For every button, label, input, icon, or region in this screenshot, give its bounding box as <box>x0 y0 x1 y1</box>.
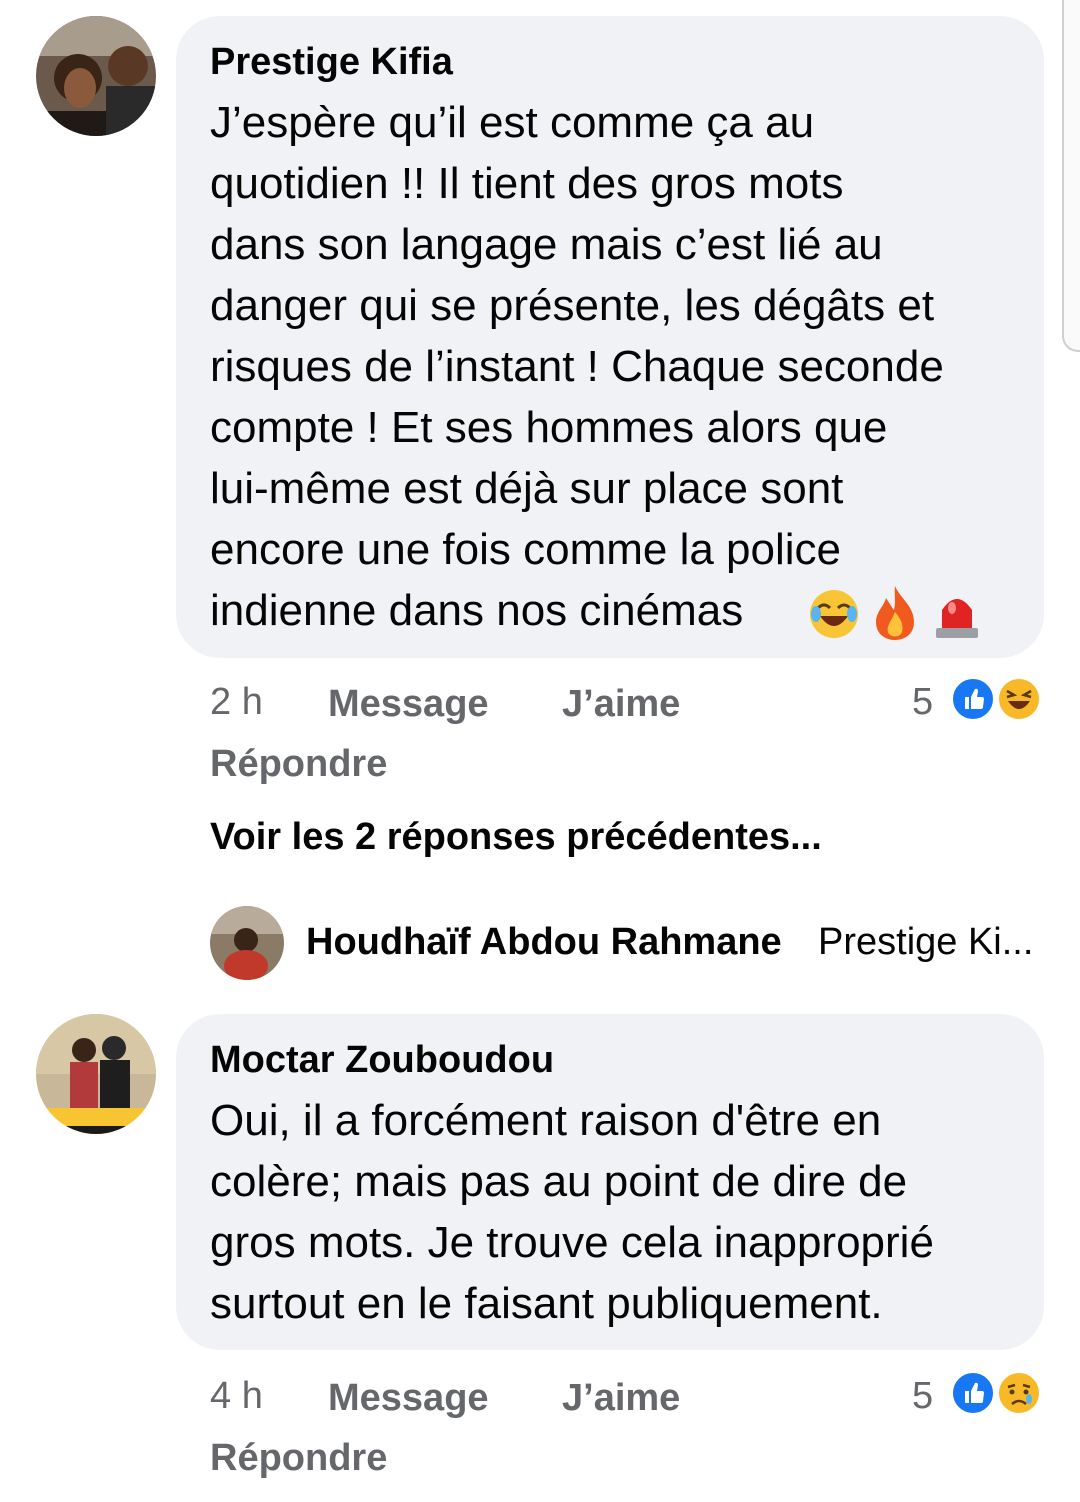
comment-text-line: quotidien !! Il tient des gros mots <box>210 159 844 208</box>
comment-text-line: risques de l’instant ! Chaque seconde <box>210 342 944 391</box>
avatar[interactable] <box>210 906 284 980</box>
message-button[interactable]: Message <box>328 1376 489 1420</box>
sad-icon[interactable] <box>996 1370 1042 1416</box>
like-button[interactable]: J’aime <box>562 1376 680 1420</box>
comment-text-line: compte ! Et ses hommes alors que <box>210 403 888 452</box>
like-icon[interactable] <box>950 1370 996 1416</box>
siren-emoji-icon <box>936 599 978 638</box>
comment-text-line: danger qui se présente, les dégâts et <box>210 281 935 330</box>
reply-author[interactable]: Houdhaïf Abdou Rahmane <box>306 921 782 964</box>
reply-preview[interactable]: Prestige Ki... <box>818 921 1033 964</box>
see-previous-replies-link[interactable]: Voir les 2 réponses précédentes... <box>210 816 822 859</box>
reaction-count[interactable]: 5 <box>912 1374 933 1418</box>
reaction-count[interactable]: 5 <box>912 680 933 724</box>
comment-text-line: indienne dans nos cinémas <box>210 586 744 635</box>
reply-button[interactable]: Répondre <box>210 1436 387 1480</box>
like-icon[interactable] <box>950 676 996 722</box>
scroll-edge <box>1062 0 1080 352</box>
avatar[interactable] <box>36 16 156 136</box>
comment-text-line: dans son langage mais c’est lié au <box>210 220 883 269</box>
avatar[interactable] <box>36 1014 156 1134</box>
message-button[interactable]: Message <box>328 682 489 726</box>
like-button[interactable]: J’aime <box>562 682 680 726</box>
comment-bubble: Moctar Zouboudou Oui, il a forcément rai… <box>176 1014 1044 1350</box>
comment-text-line: colère; mais pas au point de dire de <box>210 1157 908 1206</box>
comment-bubble: Prestige Kifia J’espère qu’il est comme … <box>176 16 1044 658</box>
comment-text-line: Oui, il a forcément raison d'être en <box>210 1096 882 1145</box>
haha-icon[interactable] <box>996 676 1042 722</box>
laughing-emoji-icon <box>810 590 858 638</box>
comment-text-line: surtout en le faisant publiquement. <box>210 1279 883 1328</box>
reply-button[interactable]: Répondre <box>210 742 387 786</box>
comment-text-line: encore une fois comme la police <box>210 525 841 574</box>
comment-time[interactable]: 4 h <box>210 1374 263 1418</box>
comment-author[interactable]: Moctar Zouboudou <box>210 1038 554 1082</box>
comment-text-line: gros mots. Je trouve cela inapproprié <box>210 1218 934 1267</box>
fire-emoji-icon <box>876 586 914 640</box>
comment-text-line: lui-même est déjà sur place sont <box>210 464 844 513</box>
comment-text-line: J’espère qu’il est comme ça au <box>210 98 815 147</box>
comment-author[interactable]: Prestige Kifia <box>210 40 453 84</box>
comment-time[interactable]: 2 h <box>210 680 263 724</box>
